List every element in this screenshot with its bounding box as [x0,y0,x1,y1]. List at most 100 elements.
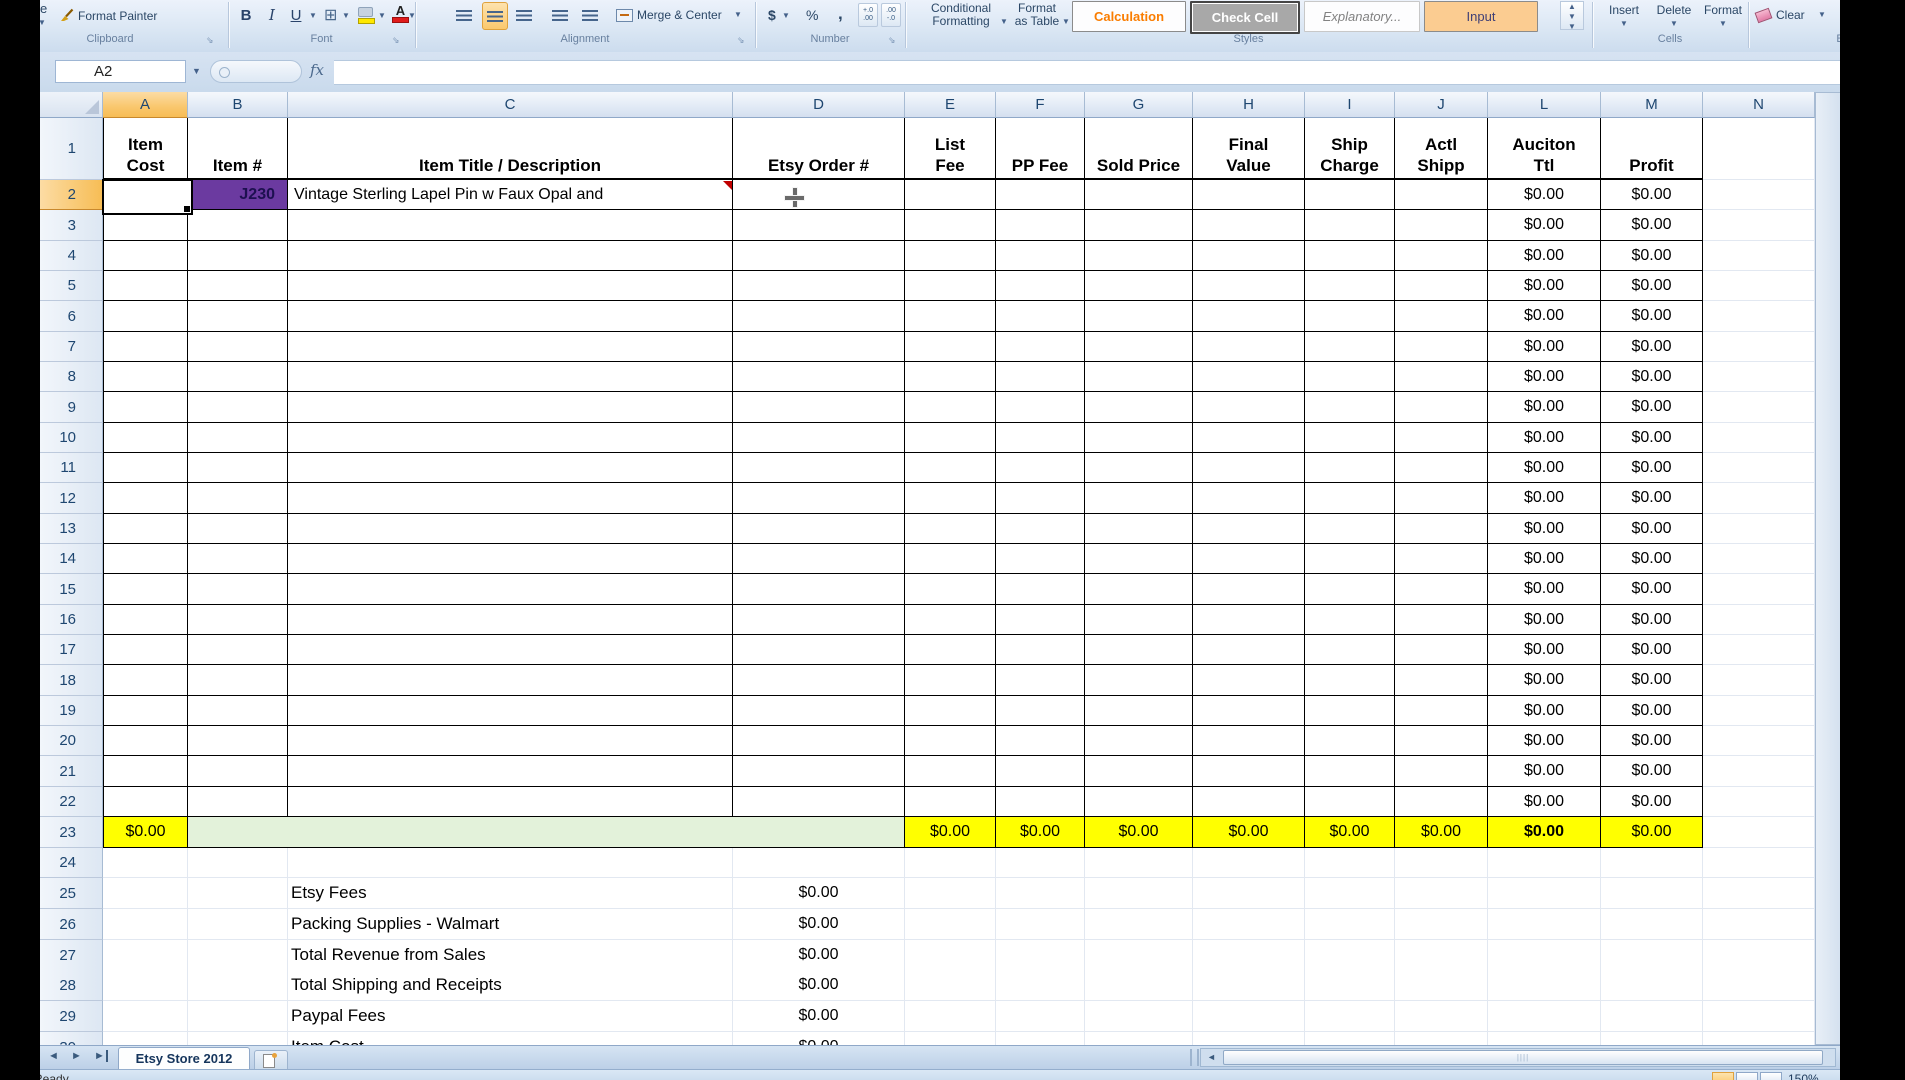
cell-M20[interactable]: $0.00 [1601,726,1703,756]
cell-F10[interactable] [996,423,1085,453]
row-header-3[interactable]: 3 [40,210,103,241]
cell-J23[interactable]: $0.00 [1395,817,1488,848]
cell-G29[interactable] [1085,1001,1193,1032]
cell-G6[interactable] [1085,301,1193,332]
cell-A25[interactable] [103,878,188,909]
increase-decimal-button[interactable]: +.0 .00 [858,3,878,27]
cell-F9[interactable] [996,392,1085,423]
cell-B11[interactable] [188,453,288,483]
cell-G23[interactable]: $0.00 [1085,817,1193,848]
cell-B2[interactable]: J230 [188,180,288,210]
cell-C13[interactable] [288,514,733,544]
cell-B20[interactable] [188,726,288,756]
cell-D2[interactable] [733,180,905,210]
cell-C20[interactable] [288,726,733,756]
row-header-19[interactable]: 19 [40,696,103,726]
row-header-6[interactable]: 6 [40,301,103,332]
cell-E10[interactable] [905,423,996,453]
cell-M25[interactable] [1601,878,1703,909]
cell-B22[interactable] [188,787,288,817]
next-sheet-icon[interactable]: ► [71,1050,82,1062]
cell-A2[interactable] [102,179,193,215]
cell-M3[interactable]: $0.00 [1601,210,1703,241]
cell-H10[interactable] [1193,423,1305,453]
borders-caret-icon[interactable]: ▼ [342,11,350,20]
underline-button[interactable]: U [284,2,308,28]
cell-M14[interactable]: $0.00 [1601,544,1703,574]
cell-G1[interactable]: Sold Price [1085,118,1193,180]
cell-I25[interactable] [1305,878,1395,909]
cell-L11[interactable]: $0.00 [1488,453,1601,483]
col-header-H[interactable]: H [1193,92,1305,118]
cell-G9[interactable] [1085,392,1193,423]
row-header-13[interactable]: 13 [40,514,103,544]
cell-J16[interactable] [1395,605,1488,635]
italic-button[interactable]: I [260,2,284,28]
cell-L17[interactable]: $0.00 [1488,635,1601,665]
row-header-26[interactable]: 26 [40,909,103,940]
cell-C2[interactable]: Vintage Sterling Lapel Pin w Faux Opal a… [288,180,733,210]
cell-H27[interactable] [1193,940,1305,971]
cell-D15[interactable] [733,574,905,605]
cell-E24[interactable] [905,848,996,878]
cell-B23-D23-merged[interactable] [188,817,905,848]
cell-B12[interactable] [188,483,288,514]
percent-format-button[interactable]: % [806,7,818,23]
row-header-8[interactable]: 8 [40,362,103,392]
cell-I12[interactable] [1305,483,1395,514]
cell-A8[interactable] [103,362,188,392]
col-header-I[interactable]: I [1305,92,1395,118]
cell-C27[interactable]: Total Revenue from Sales [288,940,733,971]
cell-E16[interactable] [905,605,996,635]
cell-I4[interactable] [1305,241,1395,271]
cell-J26[interactable] [1395,909,1488,940]
cell-L12[interactable]: $0.00 [1488,483,1601,514]
cell-D10[interactable] [733,423,905,453]
cell-N1[interactable] [1703,118,1815,180]
cell-M13[interactable]: $0.00 [1601,514,1703,544]
cell-E18[interactable] [905,665,996,696]
cell-N19[interactable] [1703,696,1815,726]
last-sheet-icon[interactable]: ► [94,1050,108,1062]
cell-D7[interactable] [733,332,905,362]
cell-B27[interactable] [188,940,288,971]
font-dialog-launcher-icon[interactable]: ⇘ [392,35,400,46]
col-header-N[interactable]: N [1703,92,1815,118]
cell-H3[interactable] [1193,210,1305,241]
decrease-decimal-button[interactable]: .00 -.0 [881,3,901,27]
cell-H14[interactable] [1193,544,1305,574]
cell-C26[interactable]: Packing Supplies - Walmart [288,909,733,940]
cell-A13[interactable] [103,514,188,544]
cell-I17[interactable] [1305,635,1395,665]
cell-J28[interactable] [1395,970,1488,1001]
cell-M10[interactable]: $0.00 [1601,423,1703,453]
row-header-22[interactable]: 22 [40,787,103,817]
col-header-A[interactable]: A [103,92,188,118]
fill-color-caret-icon[interactable]: ▼ [378,11,386,20]
cell-I8[interactable] [1305,362,1395,392]
cell-F12[interactable] [996,483,1085,514]
cell-L22[interactable]: $0.00 [1488,787,1601,817]
cell-H18[interactable] [1193,665,1305,696]
cell-L8[interactable]: $0.00 [1488,362,1601,392]
cell-M6[interactable]: $0.00 [1601,301,1703,332]
cell-L26[interactable] [1488,909,1601,940]
cell-H29[interactable] [1193,1001,1305,1032]
cell-I19[interactable] [1305,696,1395,726]
cell-G8[interactable] [1085,362,1193,392]
cell-D1[interactable]: Etsy Order # [733,118,905,180]
cell-N18[interactable] [1703,665,1815,696]
cell-N17[interactable] [1703,635,1815,665]
cell-B18[interactable] [188,665,288,696]
cell-F22[interactable] [996,787,1085,817]
col-header-B[interactable]: B [188,92,288,118]
cell-H24[interactable] [1193,848,1305,878]
cell-C12[interactable] [288,483,733,514]
cell-J20[interactable] [1395,726,1488,756]
cell-H13[interactable] [1193,514,1305,544]
cell-N11[interactable] [1703,453,1815,483]
cell-C19[interactable] [288,696,733,726]
cell-J22[interactable] [1395,787,1488,817]
row-header-15[interactable]: 15 [40,574,103,605]
cell-G26[interactable] [1085,909,1193,940]
